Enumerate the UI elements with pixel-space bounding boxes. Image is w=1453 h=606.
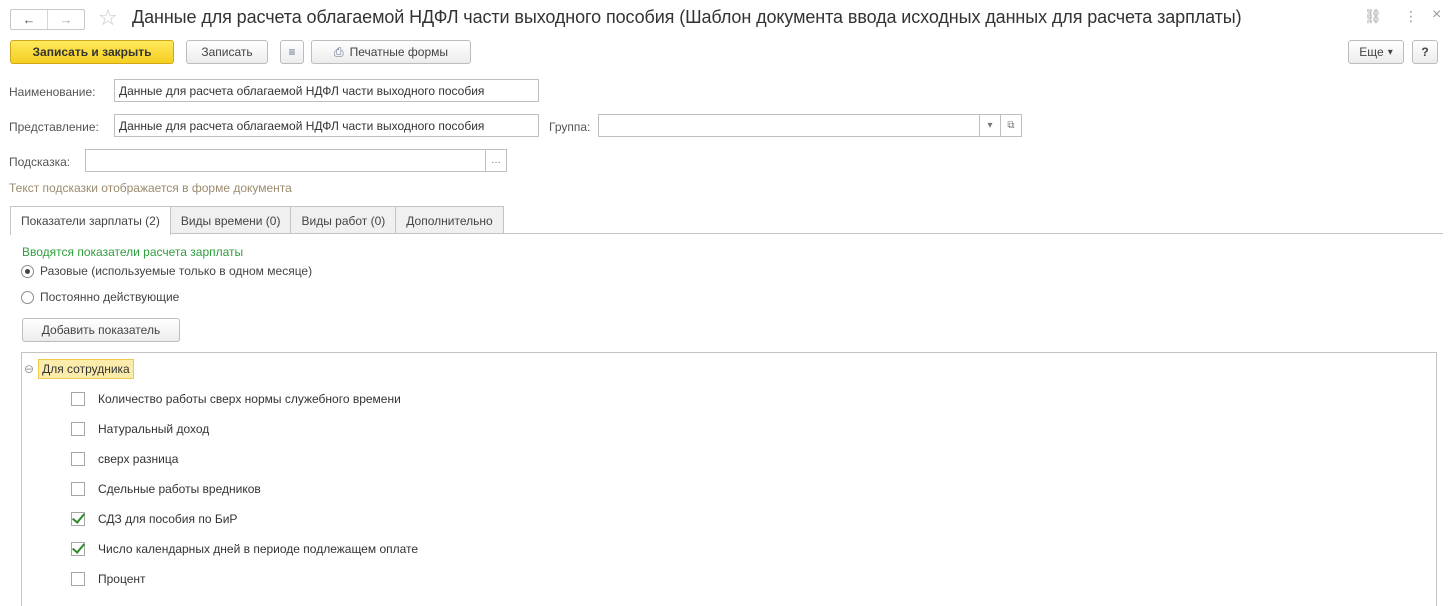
list-item[interactable]: Натуральный доход [71, 422, 209, 436]
representation-field[interactable]: Данные для расчета облагаемой НДФЛ части… [114, 114, 539, 137]
back-arrow-icon[interactable]: ← [11, 10, 47, 29]
list-item[interactable]: Число календарных дней в периоде подлежа… [71, 542, 418, 556]
tab-bar: Показатели зарплаты (2) Виды времени (0)… [10, 206, 504, 235]
item-checkbox[interactable] [71, 512, 85, 526]
item-checkbox[interactable] [71, 482, 85, 496]
add-indicator-button[interactable]: Добавить показатель [22, 318, 180, 342]
open-window-icon: ⧉ [1007, 120, 1015, 131]
list-item[interactable]: сверх разница [71, 452, 178, 466]
group-label: Для сотрудника [38, 359, 134, 379]
more-vertical-icon[interactable]: ⋮ [1404, 8, 1418, 25]
print-forms-button[interactable]: ⎙ Печатные формы [311, 40, 471, 64]
group-row[interactable]: ⊖ Для сотрудника [24, 358, 134, 380]
printer-icon: ⎙ [333, 44, 344, 59]
favorite-star-icon[interactable]: ☆ [98, 5, 118, 31]
item-checkbox[interactable] [71, 542, 85, 556]
item-label: Число календарных дней в периоде подлежа… [98, 542, 419, 556]
hint-note: Текст подсказки отображается в форме док… [9, 181, 292, 195]
representation-label: Представление: [9, 120, 99, 134]
hint-label: Подсказка: [9, 155, 71, 169]
radio-once-label: Разовые (используемые только в одном мес… [40, 264, 313, 278]
indicators-list [21, 352, 1437, 606]
tab-salary-indicators[interactable]: Показатели зарплаты (2) [10, 206, 171, 235]
radio-permanent-label: Постоянно действующие [40, 290, 180, 304]
item-checkbox[interactable] [71, 422, 85, 436]
radio-once[interactable]: Разовые (используемые только в одном мес… [21, 264, 312, 278]
print-forms-label: Печатные формы [349, 45, 449, 59]
list-icon: ≡ [288, 45, 296, 59]
group-field[interactable] [598, 114, 980, 137]
close-icon[interactable]: × [1432, 6, 1441, 24]
save-and-close-button[interactable]: Записать и закрыть [10, 40, 174, 64]
list-item[interactable]: СДЗ для пособия по БиР [71, 512, 237, 526]
more-button[interactable]: Еще ▾ [1348, 40, 1404, 64]
group-label: Группа: [549, 120, 591, 134]
tab-work-types[interactable]: Виды работ (0) [290, 206, 397, 234]
item-checkbox[interactable] [71, 392, 85, 406]
hint-select-button[interactable]: … [485, 149, 507, 172]
item-label: Процент [98, 572, 146, 586]
more-label: Еще [1359, 45, 1384, 59]
radio-button[interactable] [21, 264, 34, 278]
ellipsis-icon: … [491, 155, 501, 166]
collapse-icon[interactable]: ⊖ [24, 362, 34, 376]
name-label: Наименование: [9, 85, 96, 99]
group-open-button[interactable]: ⧉ [1000, 114, 1022, 137]
link-icon[interactable]: ⛓ [1364, 8, 1382, 25]
list-icon-button[interactable]: ≡ [280, 40, 304, 64]
item-label: сверх разница [98, 452, 179, 466]
chevron-down-icon: ▾ [987, 120, 993, 131]
list-item[interactable]: Сдельные работы вредников [71, 482, 261, 496]
item-label: Сдельные работы вредников [98, 482, 261, 496]
radio-button[interactable] [21, 290, 34, 304]
help-button[interactable]: ? [1412, 40, 1438, 64]
tab-time-types[interactable]: Виды времени (0) [169, 206, 292, 234]
page-title: Данные для расчета облагаемой НДФЛ части… [132, 7, 1242, 27]
name-field[interactable]: Данные для расчета облагаемой НДФЛ части… [114, 79, 539, 102]
forward-arrow-icon[interactable]: → [47, 10, 84, 29]
item-label: СДЗ для пособия по БиР [98, 512, 238, 526]
item-label: Количество работы сверх нормы служебного… [98, 392, 401, 406]
radio-permanent[interactable]: Постоянно действующие [21, 290, 179, 304]
group-dropdown-button[interactable]: ▾ [979, 114, 1001, 137]
list-item[interactable]: Процент [71, 572, 146, 586]
list-item[interactable]: Количество работы сверх нормы служебного… [71, 392, 401, 406]
item-checkbox[interactable] [71, 572, 85, 586]
tab-additional[interactable]: Дополнительно [395, 206, 504, 234]
chevron-down-icon: ▾ [1387, 46, 1393, 58]
navigation-buttons: ← → [10, 9, 85, 30]
item-checkbox[interactable] [71, 452, 85, 466]
save-button[interactable]: Записать [186, 40, 268, 64]
hint-field[interactable] [85, 149, 486, 172]
item-label: Натуральный доход [98, 422, 210, 436]
section-title: Вводятся показатели расчета зарплаты [22, 245, 244, 259]
